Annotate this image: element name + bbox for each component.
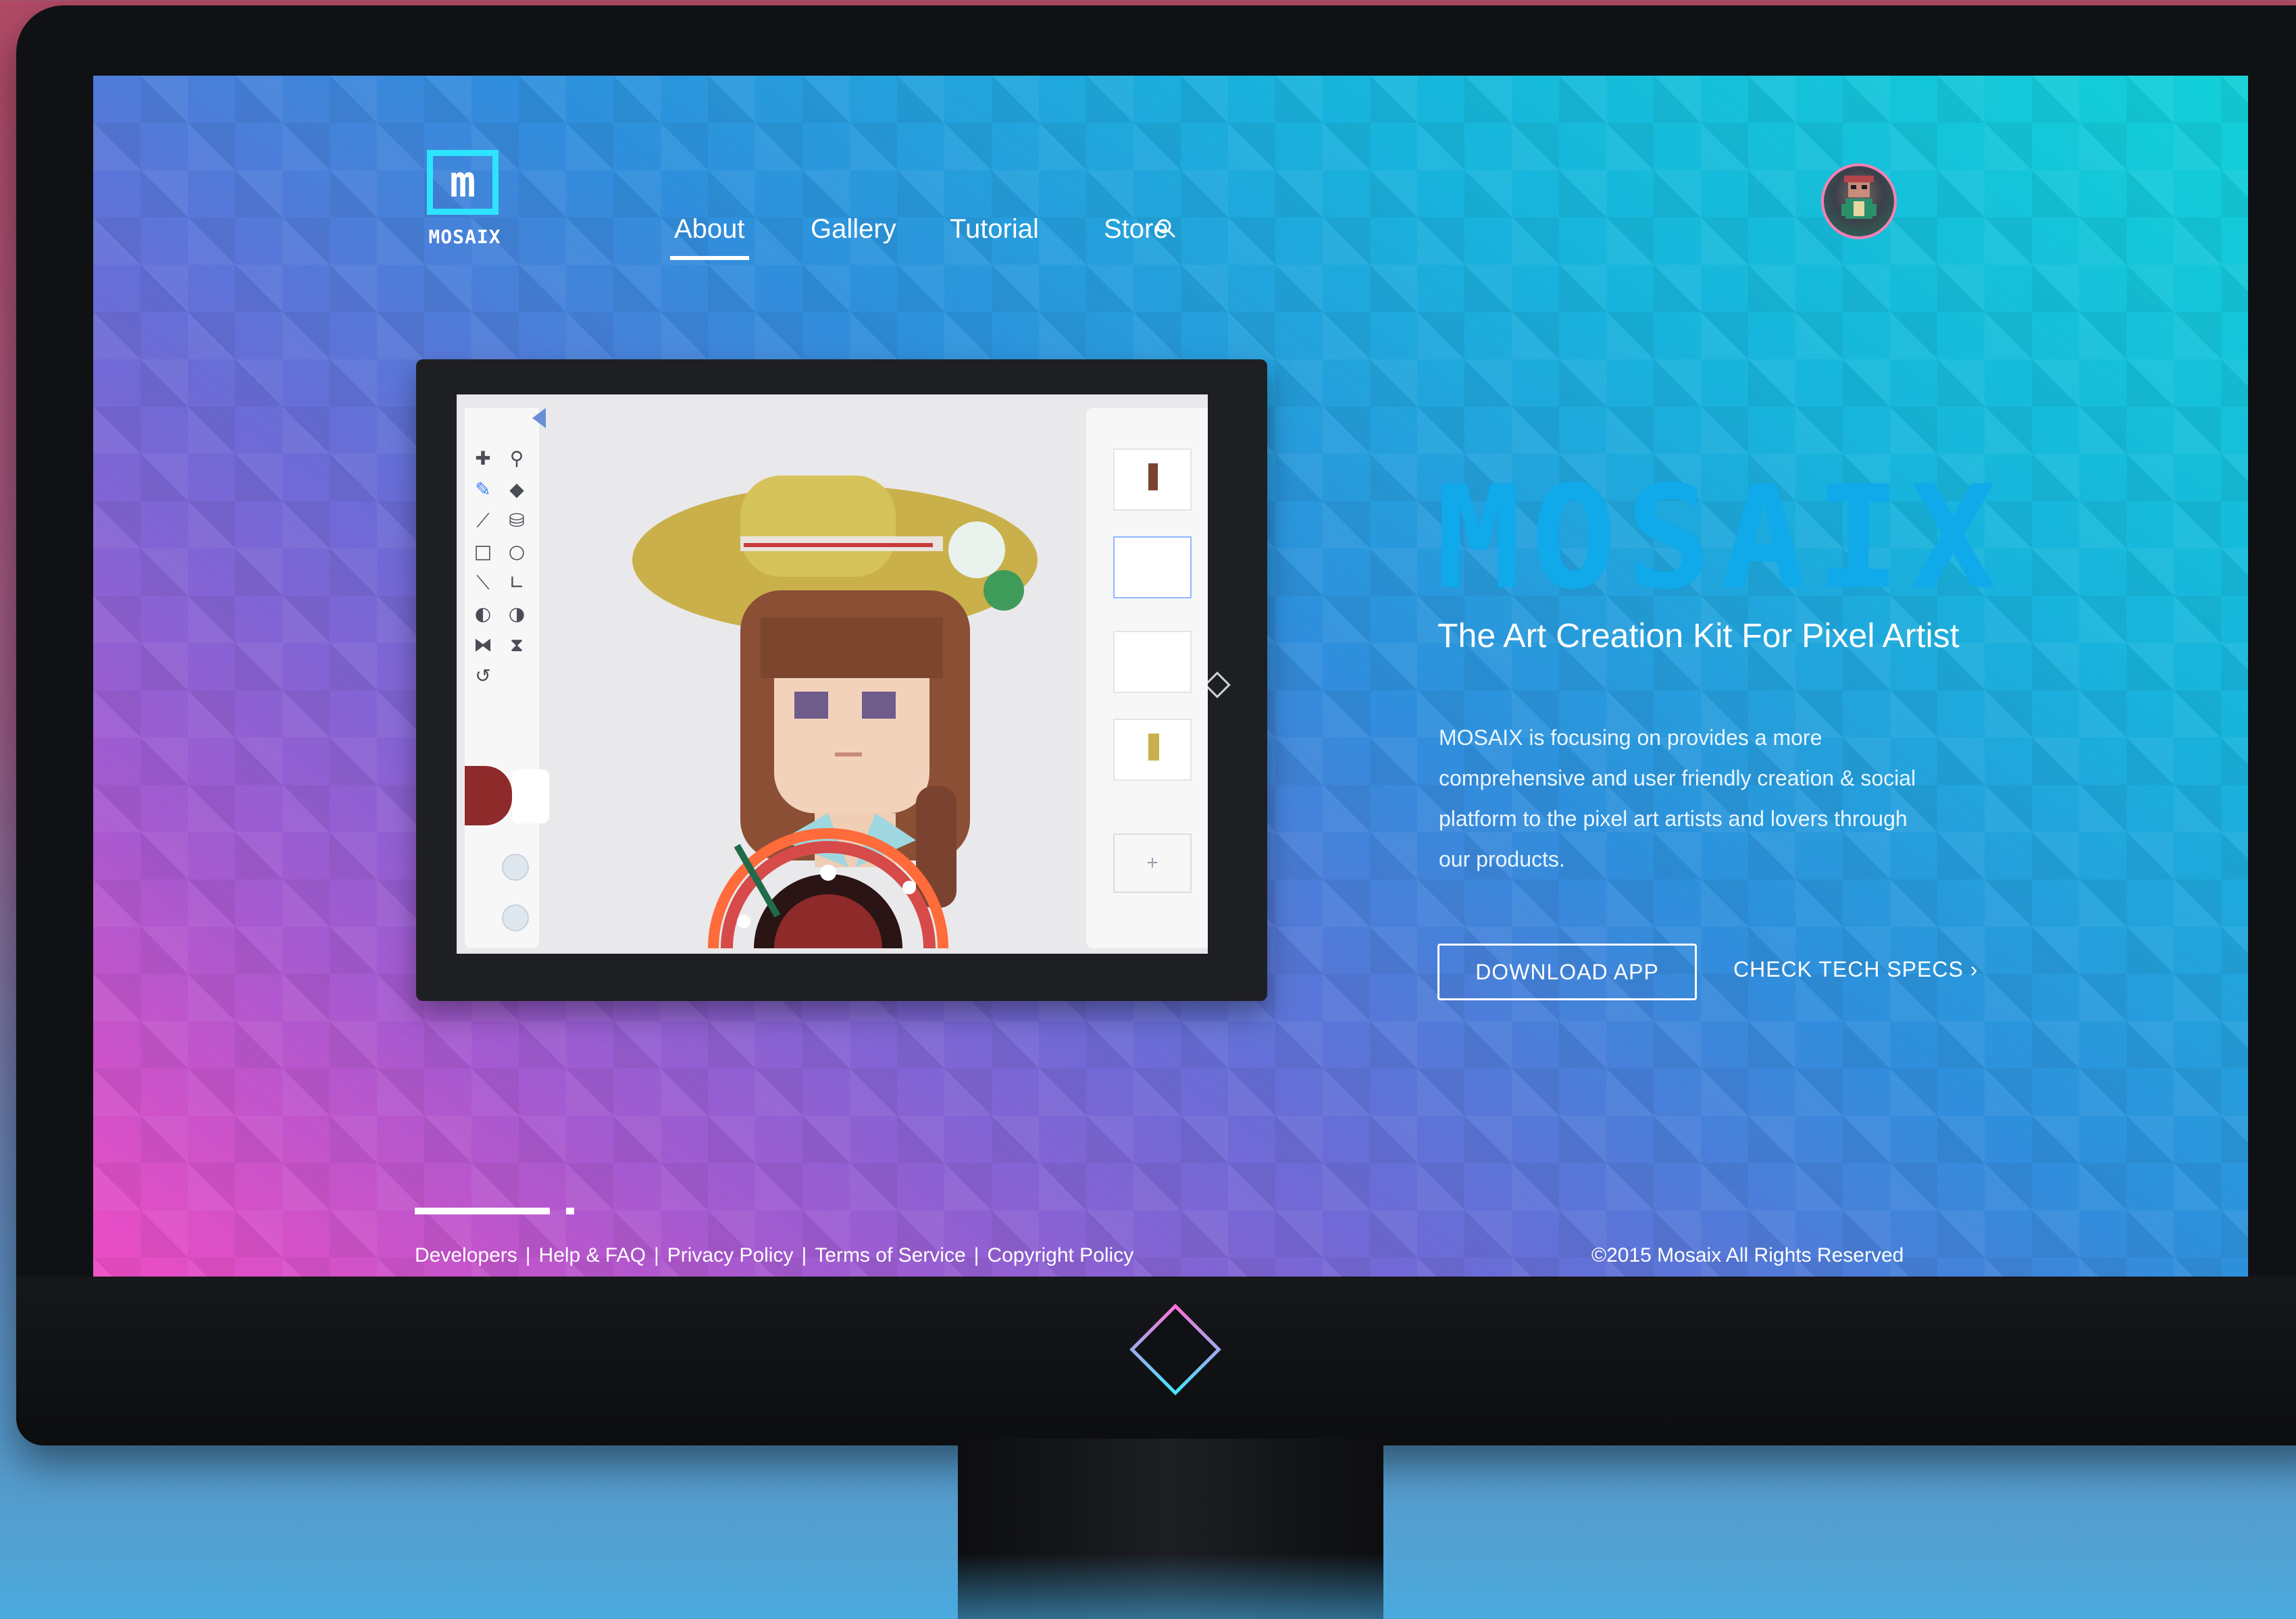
secondary-color-swatch bbox=[512, 769, 549, 823]
hero-description: MOSAIX is focusing on provides a more co… bbox=[1439, 725, 1916, 871]
add-layer-button: + bbox=[1113, 833, 1192, 893]
mirror-tool-icon: ⧓ bbox=[474, 634, 492, 656]
rectangle-tool-icon: □ bbox=[474, 540, 492, 563]
dither-tool-icon: ◐ bbox=[474, 602, 492, 625]
footer-link-terms-of-service[interactable]: Terms of Service bbox=[815, 1244, 965, 1266]
layer-preview-icon bbox=[1148, 734, 1159, 761]
line-tool-icon: ⟍ bbox=[476, 571, 490, 594]
logo-mark: m bbox=[427, 150, 499, 215]
layer-preview-icon bbox=[1148, 463, 1158, 490]
nav-gallery[interactable]: Gallery bbox=[811, 214, 896, 245]
layer-thumb bbox=[1113, 719, 1192, 781]
footer-link-copyright-policy[interactable]: Copyright Policy bbox=[987, 1244, 1133, 1266]
pixel-art-artwork bbox=[632, 476, 1038, 948]
rotate-tool-icon: ↺ bbox=[475, 665, 491, 687]
layer-thumb-selected bbox=[1113, 536, 1192, 598]
footer-separator: | bbox=[973, 1244, 979, 1266]
move-tool-icon: ✚ bbox=[475, 447, 491, 469]
ellipse-tool-icon: ○ bbox=[508, 540, 526, 563]
tool-panel: ✚ ⚲ ✎ ◆ ⟋ ⛁ □ ○ ⟍ ∟ ◐ ◑ ⧓ ⧗ ↺ bbox=[465, 408, 549, 948]
layers-toggle-icon bbox=[502, 854, 529, 881]
footer-separator: | bbox=[653, 1244, 659, 1266]
desk-surface bbox=[0, 1553, 2296, 1619]
fill-tool-icon: ⛁ bbox=[509, 509, 525, 532]
layers-panel: + bbox=[1086, 408, 1208, 948]
settings-toggle-icon bbox=[502, 904, 529, 931]
footer-link-privacy-policy[interactable]: Privacy Policy bbox=[667, 1244, 794, 1266]
nav-tutorial[interactable]: Tutorial bbox=[950, 214, 1039, 245]
avatar-character-icon bbox=[1841, 176, 1877, 219]
footer-separator: | bbox=[525, 1244, 531, 1266]
footer-link-developers[interactable]: Developers bbox=[415, 1244, 517, 1266]
eyedropper-tool-icon: ⟋ bbox=[476, 509, 490, 532]
search-icon[interactable] bbox=[1155, 217, 1177, 239]
tool-grid: ✚ ⚲ ✎ ◆ ⟋ ⛁ □ ○ ⟍ ∟ ◐ ◑ ⧓ ⧗ ↺ bbox=[473, 448, 540, 686]
flip-tool-icon: ⧗ bbox=[510, 634, 524, 656]
slide-indicator-dot[interactable] bbox=[566, 1208, 574, 1214]
eraser-tool-icon: ◆ bbox=[509, 478, 524, 500]
layer-thumb bbox=[1113, 448, 1192, 511]
app-screenshot: ✚ ⚲ ✎ ◆ ⟋ ⛁ □ ○ ⟍ ∟ ◐ ◑ ⧓ ⧗ ↺ + bbox=[457, 394, 1208, 954]
user-avatar[interactable] bbox=[1821, 163, 1897, 239]
logo-text: MOSAIX bbox=[428, 226, 501, 248]
hero-tagline: The Art Creation Kit For Pixel Artist bbox=[1437, 617, 1960, 654]
website-screen: m MOSAIX About Gallery Tutorial Store ✚ … bbox=[93, 76, 2248, 1277]
footer-separator: | bbox=[801, 1244, 807, 1266]
shade-tool-icon: ◑ bbox=[508, 602, 526, 625]
panel-collapse-icon bbox=[532, 408, 546, 428]
hero-brand-name: MOSAIX bbox=[1436, 455, 2006, 621]
footer-links: Developers | Help & FAQ | Privacy Policy | Ter… bbox=[415, 1244, 1133, 1267]
check-tech-specs-link[interactable]: CHECK TECH SPECS › bbox=[1733, 957, 1978, 982]
primary-color-swatch bbox=[465, 766, 512, 825]
slide-indicator-active[interactable] bbox=[415, 1208, 550, 1214]
footer-link-help-faq[interactable]: Help & FAQ bbox=[539, 1244, 646, 1266]
copyright-text: ©2015 Mosaix All Rights Reserved bbox=[1591, 1244, 1904, 1266]
download-app-button[interactable]: DOWNLOAD APP bbox=[1437, 944, 1697, 1000]
nav-about[interactable]: About bbox=[670, 214, 749, 260]
logo[interactable]: m MOSAIX bbox=[424, 150, 505, 248]
angle-tool-icon: ∟ bbox=[509, 571, 525, 594]
layer-thumb bbox=[1113, 631, 1192, 693]
pencil-tool-icon: ✎ bbox=[475, 478, 491, 500]
zoom-tool-icon: ⚲ bbox=[509, 447, 524, 469]
